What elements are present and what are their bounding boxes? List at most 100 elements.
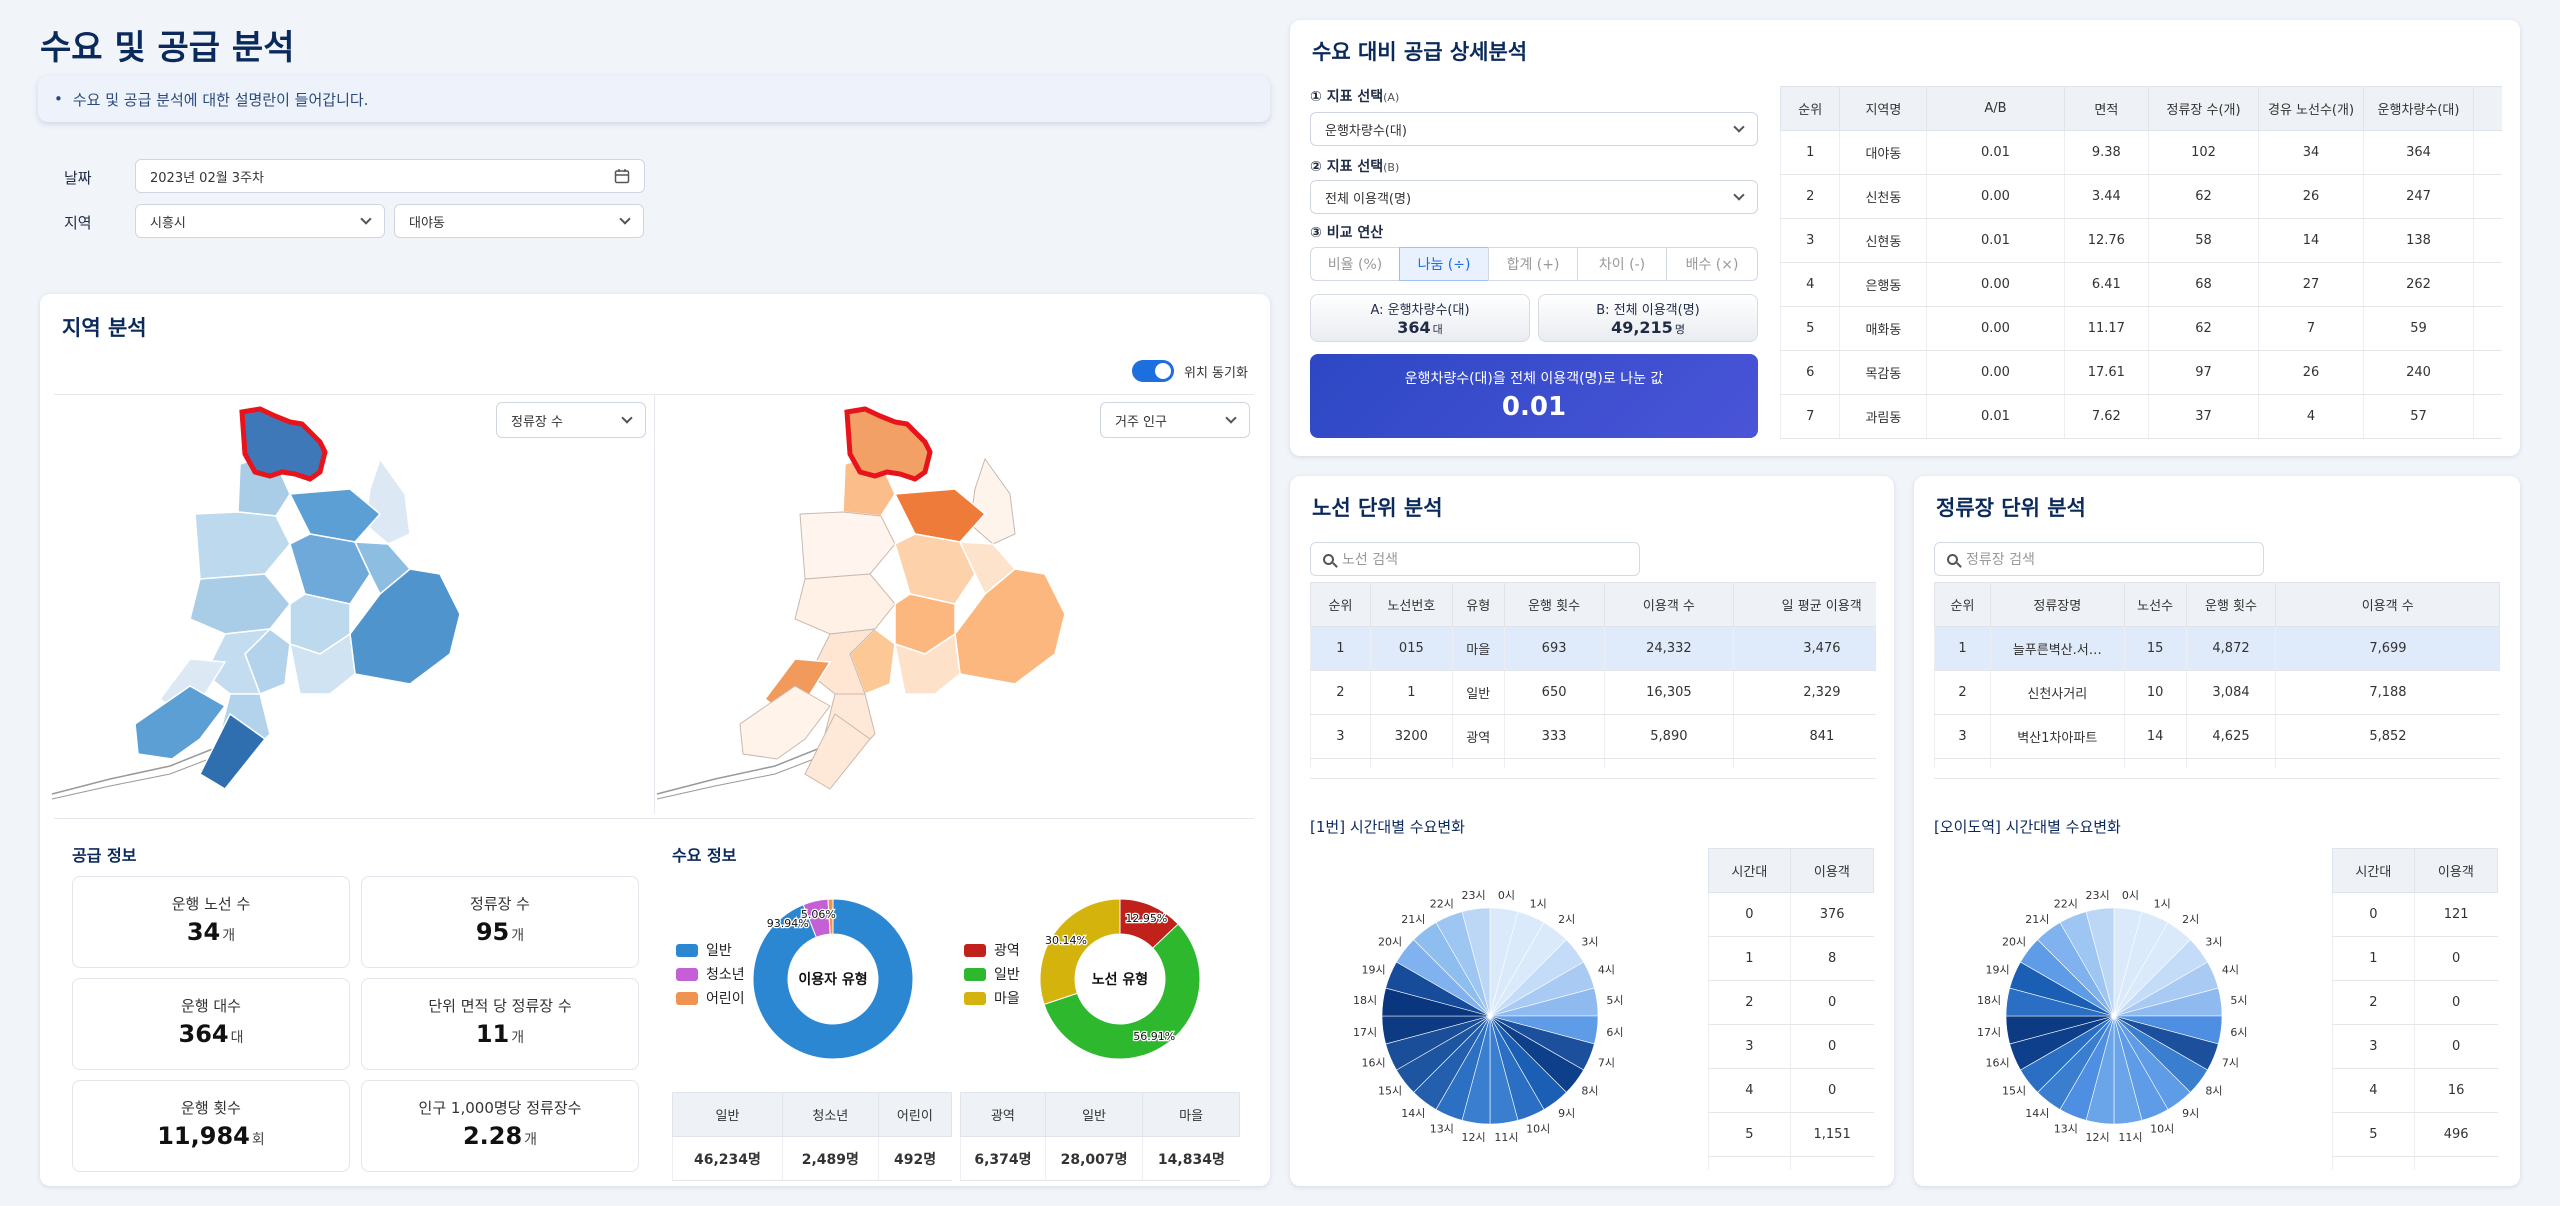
table-header[interactable]: 일 평균 이용객 (1733, 582, 1876, 627)
table-header[interactable]: 운행 횟수 (1503, 582, 1605, 627)
region-area[interactable] (349, 568, 461, 685)
stat-route-count: 운행 노선 수 34 개 (72, 876, 350, 968)
table-header[interactable]: 운행횟 (2472, 86, 2502, 131)
table-row[interactable]: 1 015 마을 693 24,332 3,476 (1310, 626, 1876, 671)
table-row[interactable]: 30 (1708, 1024, 1874, 1069)
op-sum-button[interactable]: 합계 (+) (1488, 247, 1578, 281)
table-row[interactable]: 0 376 (1708, 892, 1874, 937)
op-divide-button[interactable]: 나눔 (÷) (1399, 247, 1489, 281)
table-header[interactable]: 노선번호 (1369, 582, 1453, 627)
region-area[interactable] (288, 488, 382, 543)
table-row[interactable]: 2신천동0.003.4462262477, (1780, 174, 2502, 219)
table-header[interactable]: 이용객 (2413, 848, 2498, 893)
table-header[interactable]: 정류장 수(개) (2148, 86, 2259, 131)
table-row[interactable]: 3 3200 광역 333 5,890 841 (1310, 714, 1876, 759)
metric-b-select[interactable]: 전체 이용객(명) (1310, 180, 1758, 214)
region-area[interactable] (794, 573, 896, 635)
table-row[interactable]: 5 496 (2332, 1112, 2498, 1157)
table-row[interactable]: 20 (1708, 980, 1874, 1025)
route-table-scroll[interactable]: 순위 노선번호 유형 운행 횟수 이용객 수일 평균 이용객 1 015 마을 693 24,33… (1310, 582, 1876, 768)
table-row[interactable]: 10 (2332, 936, 2498, 981)
demand-map-metric-select[interactable]: 거주 인구 (1100, 402, 1250, 438)
op-ratio-button[interactable]: 비율 (%) (1310, 247, 1400, 281)
table-header[interactable]: 순위 (1310, 582, 1371, 627)
table-header[interactable]: 순위 (1780, 86, 1841, 131)
table-row[interactable]: 3 벽산1차아파트 14 4,625 5,852 (1934, 714, 2500, 759)
table-row[interactable]: 61,131 (2332, 1156, 2498, 1170)
table-row[interactable]: 20 (2332, 980, 2498, 1025)
region-area[interactable] (954, 568, 1066, 685)
dong-select[interactable]: 대야동 (394, 204, 644, 238)
table-row[interactable]: 0 121 (2332, 892, 2498, 937)
table-row[interactable]: 18 (1708, 936, 1874, 981)
route-time-table-scroll[interactable]: 시간대이용객03761820304051,15162,25773,925 (1708, 848, 1874, 1170)
donut-slice[interactable] (1039, 898, 1121, 1006)
sync-toggle[interactable] (1132, 360, 1174, 382)
region-area[interactable] (134, 685, 227, 760)
table-header[interactable]: 이용객 수 (2275, 582, 2500, 627)
table-header[interactable]: 정류장명 (1989, 582, 2125, 627)
route-hourly-pie[interactable]: 0시 1시 2시 3시 4시 5시 6시 7시 8시 9시 10시 11시 12시 13시 14시 15시 16… (1330, 866, 1650, 1166)
table-header[interactable]: 이용객 (1789, 848, 1874, 893)
table-row[interactable]: 3신현동0.0112.7658141383, (1780, 218, 2502, 263)
table-row[interactable]: 2 신천사거리 10 3,084 7,188 (1934, 670, 2500, 715)
table-cell: 0.00 (1926, 306, 2065, 351)
region-area[interactable] (194, 511, 291, 580)
table-row[interactable]: 5매화동0.0011.17627591, (1780, 306, 2502, 351)
table-header[interactable]: A/B (1926, 86, 2065, 131)
table-header[interactable]: 면적 (2063, 86, 2150, 131)
table-row[interactable]: 4은행동0.006.4168272628, (1780, 262, 2502, 307)
table-row[interactable]: 1대야동0.019.381023436411 (1780, 130, 2502, 175)
table-header[interactable]: 순위 (1934, 582, 1991, 627)
stop-table-scroll[interactable]: 순위 정류장명 노선수 운행 횟수 이용객 수 1 늘푸른벽산.서… 15 4,872 7,699… (1934, 582, 2500, 768)
table-cell: 4,952 (2185, 758, 2276, 768)
route-search-input[interactable]: 노선 검색 (1310, 542, 1640, 576)
table-row[interactable]: 1 늘푸른벽산.서… 15 4,872 7,699 (1934, 626, 2500, 671)
route-type-donut[interactable]: 노선 유형 12.95% 56.91% 30.14% (1035, 894, 1205, 1064)
table-header[interactable]: 노선수 (2123, 582, 2187, 627)
pie-hour-label: 5시 (1606, 994, 1623, 1007)
region-area[interactable] (189, 573, 291, 635)
table-row[interactable]: 4은계초등학교.…154,9524,710 (1934, 758, 2500, 768)
table-header[interactable]: 운행 횟수 (2185, 582, 2277, 627)
stop-time-table-scroll[interactable]: 시간대이용객0121102030416549661,13172,395 (2332, 848, 2498, 1170)
table-row[interactable]: 30 (2332, 1024, 2498, 1069)
table-header[interactable]: 유형 (1451, 582, 1505, 627)
table-row[interactable]: 427일반3826,037862 (1310, 758, 1876, 768)
table-header[interactable]: 지역명 (1839, 86, 1928, 131)
op-diff-button[interactable]: 차이 (-) (1577, 247, 1667, 281)
table-row[interactable]: 5 1,151 (1708, 1112, 1874, 1157)
table-row[interactable]: 7과림동0.017.62374571 (1780, 394, 2502, 439)
table-header[interactable]: 시간대 (1708, 848, 1791, 893)
stop-hourly-pie[interactable]: 0시 1시 2시 3시 4시 5시 6시 7시 8시 9시 10시 11시 12시 13시 14시 15시 16… (1954, 866, 2274, 1166)
selected-region[interactable] (844, 406, 933, 482)
table-header[interactable]: 시간대 (2332, 848, 2415, 893)
detail-table-scroll[interactable]: 순위지역명A/B면적정류장 수(개)경유 노선수(개)운행차량수(대)운행횟1대… (1780, 86, 2502, 444)
demand-map[interactable] (655, 394, 1255, 814)
supply-map[interactable] (50, 394, 650, 814)
table-header[interactable]: 이용객 수 (1603, 582, 1735, 627)
op-multiple-button[interactable]: 배수 (×) (1666, 247, 1758, 281)
stop-divider (1934, 778, 2500, 779)
table-header[interactable]: 운행차량수(대) (2363, 86, 2474, 131)
city-select[interactable]: 시흥시 (135, 204, 385, 238)
selected-region[interactable] (239, 406, 328, 482)
region-area[interactable] (364, 457, 411, 545)
supply-map-metric-select[interactable]: 정류장 수 (496, 402, 646, 438)
region-area[interactable] (799, 511, 896, 580)
table-row[interactable]: 6목감동0.0017.6197262406, (1780, 350, 2502, 395)
table-row[interactable]: 2 1 일반 650 16,305 2,329 (1310, 670, 1876, 715)
table-row[interactable]: 40 (1708, 1068, 1874, 1113)
table-row[interactable]: 62,257 (1708, 1156, 1874, 1170)
date-picker[interactable]: 2023년 02월 3주차 (135, 159, 645, 193)
region-area[interactable] (969, 457, 1016, 545)
user-type-donut[interactable]: 이용자 유형93.94%5.06% (748, 894, 918, 1064)
pie-hour-label: 23시 (1461, 889, 1485, 902)
region-area[interactable] (739, 685, 831, 760)
stop-search-input[interactable]: 정류장 검색 (1934, 542, 2264, 576)
metric-a-select[interactable]: 운행차량수(대) (1310, 112, 1758, 146)
region-area[interactable] (893, 488, 987, 543)
table-header[interactable]: 경유 노선수(개) (2257, 86, 2365, 131)
table-cell: 신천사거리 (1989, 670, 2125, 715)
table-row[interactable]: 4 16 (2332, 1068, 2498, 1113)
